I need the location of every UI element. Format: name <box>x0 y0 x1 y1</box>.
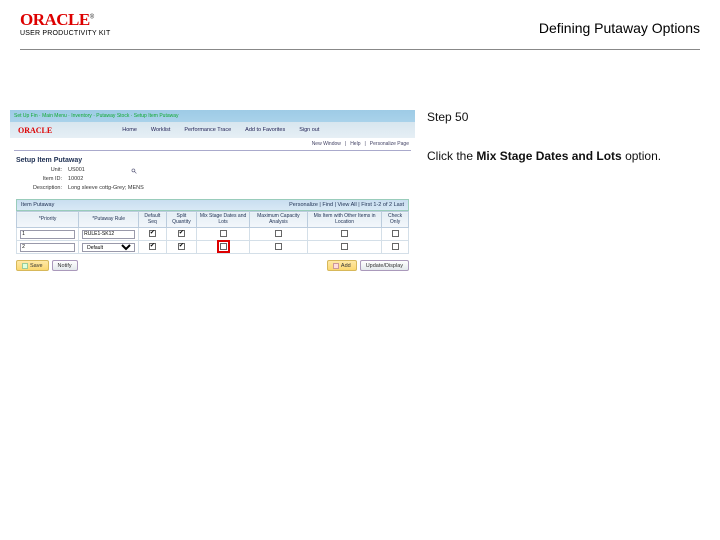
desc-label: Description: <box>16 185 62 191</box>
default-seq-checkbox[interactable] <box>149 230 156 237</box>
rule-select[interactable]: Default <box>82 243 135 252</box>
setup-block: Setup Item Putaway Unit: US001 Item ID: … <box>10 155 415 195</box>
mix-stage-checkbox[interactable] <box>220 243 227 250</box>
notify-button[interactable]: Notify <box>52 260 78 271</box>
app-subline: New Window| Help| Personalize Page <box>10 138 415 150</box>
page-title: Defining Putaway Options <box>539 20 700 36</box>
divider <box>14 150 411 151</box>
priority-input[interactable] <box>20 243 75 252</box>
item-value: 10002 <box>68 176 83 182</box>
update-button[interactable]: Update/Display <box>360 260 409 271</box>
logo-subtitle: USER PRODUCTIVITY KIT <box>20 30 110 37</box>
app-brand: ORACLE <box>18 126 52 135</box>
search-icon[interactable] <box>131 168 137 174</box>
page-header: ORACLE® USER PRODUCTIVITY KIT Defining P… <box>20 10 700 50</box>
max-cap-checkbox[interactable] <box>275 243 282 250</box>
mix-other-checkbox[interactable] <box>341 243 348 250</box>
table-bar-title: Item Putaway <box>21 202 54 208</box>
table-row <box>17 228 409 241</box>
nav-links: Home Worklist Performance Trace Add to F… <box>122 127 319 133</box>
nav-perf[interactable]: Performance Trace <box>184 127 231 133</box>
save-button[interactable]: Save <box>16 260 49 271</box>
table-wrap: Item Putaway Personalize | Find | View A… <box>16 199 409 254</box>
col-default-seq: Default Seq <box>139 212 166 228</box>
add-button[interactable]: Add <box>327 260 357 271</box>
col-split: Split Quantity <box>166 212 197 228</box>
table-row: Default <box>17 241 409 254</box>
priority-input[interactable] <box>20 230 75 239</box>
putaway-table: *Priority *Putaway Rule Default Seq Spli… <box>16 211 409 254</box>
split-checkbox[interactable] <box>178 243 185 250</box>
check-only-checkbox[interactable] <box>392 230 399 237</box>
sublink-help[interactable]: Help <box>350 141 360 147</box>
footer-buttons: Save Notify Add Update/Display <box>16 260 409 271</box>
nav-signout[interactable]: Sign out <box>299 127 319 133</box>
app-breadcrumb-bar: Set Up Fin · Main Menu · Inventory · Put… <box>10 110 415 122</box>
instruction-panel: Step 50 Click the Mix Stage Dates and Lo… <box>427 110 702 164</box>
default-seq-checkbox[interactable] <box>149 243 156 250</box>
col-max-cap: Maximum Capacity Analysis <box>249 212 307 228</box>
instruction-bold: Mix Stage Dates and Lots <box>476 149 621 163</box>
unit-value: US001 <box>68 167 85 173</box>
notify-label: Notify <box>58 263 72 269</box>
max-cap-checkbox[interactable] <box>275 230 282 237</box>
rule-input[interactable] <box>82 230 135 239</box>
nav-home[interactable]: Home <box>122 127 137 133</box>
update-label: Update/Display <box>366 263 403 269</box>
split-checkbox[interactable] <box>178 230 185 237</box>
col-check-only: Check Only <box>382 212 409 228</box>
breadcrumb: Set Up Fin · Main Menu · Inventory · Put… <box>10 113 179 119</box>
table-bar: Item Putaway Personalize | Find | View A… <box>16 199 409 211</box>
mix-other-checkbox[interactable] <box>341 230 348 237</box>
add-label: Add <box>341 263 351 269</box>
unit-label: Unit: <box>16 167 62 173</box>
nav-fav[interactable]: Add to Favorites <box>245 127 285 133</box>
save-label: Save <box>30 263 43 269</box>
oracle-upk-logo: ORACLE® USER PRODUCTIVITY KIT <box>20 10 110 37</box>
desc-value: Long sleeve cottg-Grey; MENS <box>68 185 144 191</box>
instruction-pre: Click the <box>427 149 476 163</box>
col-mix-stage: Mix Stage Dates and Lots <box>197 212 250 228</box>
table-bar-nav[interactable]: Personalize | Find | View All | First 1-… <box>289 202 404 208</box>
sublink-personalize[interactable]: Personalize Page <box>370 141 409 147</box>
add-icon <box>333 263 339 269</box>
mix-stage-checkbox[interactable] <box>220 230 227 237</box>
app-screenshot: Set Up Fin · Main Menu · Inventory · Put… <box>10 110 415 271</box>
instruction-post: option. <box>622 149 661 163</box>
step-label: Step 50 <box>427 110 702 124</box>
nav-worklist[interactable]: Worklist <box>151 127 170 133</box>
col-rule: *Putaway Rule <box>79 212 139 228</box>
col-priority: *Priority <box>17 212 79 228</box>
app-nav-bar: ORACLE Home Worklist Performance Trace A… <box>10 122 415 138</box>
save-icon <box>22 263 28 269</box>
check-only-checkbox[interactable] <box>392 243 399 250</box>
logo-tm: ® <box>90 15 94 21</box>
setup-title: Setup Item Putaway <box>16 157 409 164</box>
col-mix-other: Mix Item with Other Items in Location <box>307 212 381 228</box>
sublink-newwindow[interactable]: New Window <box>312 141 341 147</box>
instruction-text: Click the Mix Stage Dates and Lots optio… <box>427 148 702 164</box>
item-label: Item ID: <box>16 176 62 182</box>
logo-brand: ORACLE <box>20 10 90 29</box>
